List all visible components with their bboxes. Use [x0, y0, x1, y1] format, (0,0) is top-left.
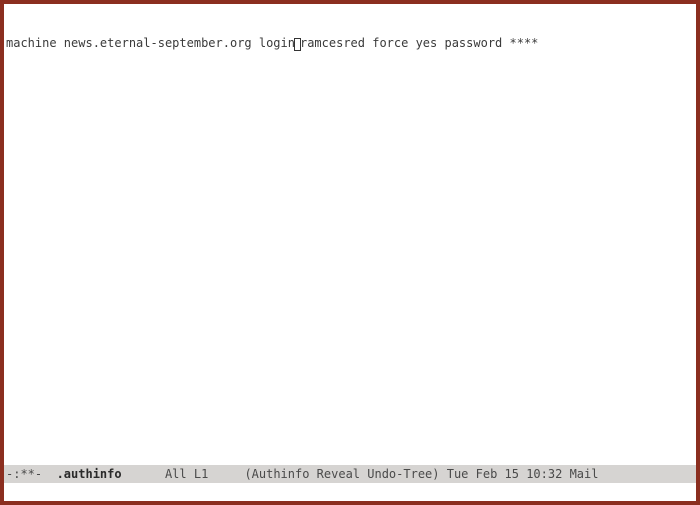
modeline-datetime: Tue Feb 15 10:32: [447, 467, 570, 481]
line-post-cursor: ramcesred force yes password ****: [300, 36, 538, 50]
buffer-area[interactable]: machine news.eternal-september.org login…: [4, 4, 696, 465]
minibuffer[interactable]: [4, 483, 696, 501]
emacs-frame: machine news.eternal-september.org login…: [4, 4, 696, 501]
text-line[interactable]: machine news.eternal-september.org login…: [4, 36, 696, 50]
modeline-extra: Mail: [570, 467, 599, 481]
modeline-position: All L1: [122, 467, 245, 481]
line-pre-cursor: machine news.eternal-september.org login: [6, 36, 295, 50]
modeline-status: -:**-: [6, 467, 57, 481]
modeline-modes: (Authinfo Reveal Undo-Tree): [244, 467, 446, 481]
modeline-filename: .authinfo: [57, 467, 122, 481]
mode-line[interactable]: -:**- .authinfo All L1 (Authinfo Reveal …: [4, 465, 696, 483]
text-cursor: [294, 38, 301, 51]
